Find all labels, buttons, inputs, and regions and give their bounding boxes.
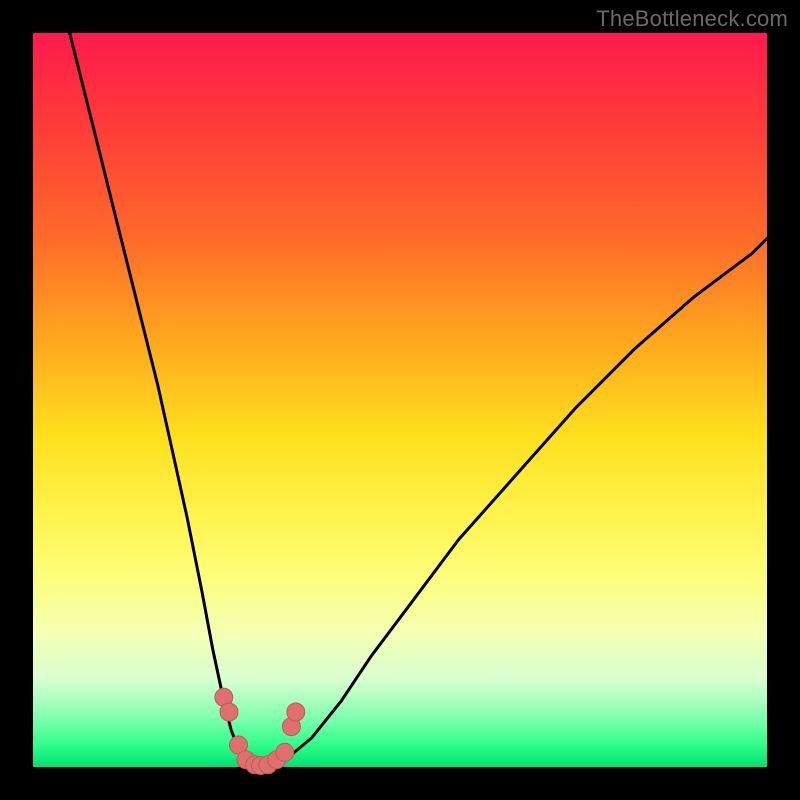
- plot-gradient-area: [33, 33, 767, 767]
- watermark-text: TheBottleneck.com: [596, 6, 788, 32]
- chart-frame: TheBottleneck.com: [0, 0, 800, 800]
